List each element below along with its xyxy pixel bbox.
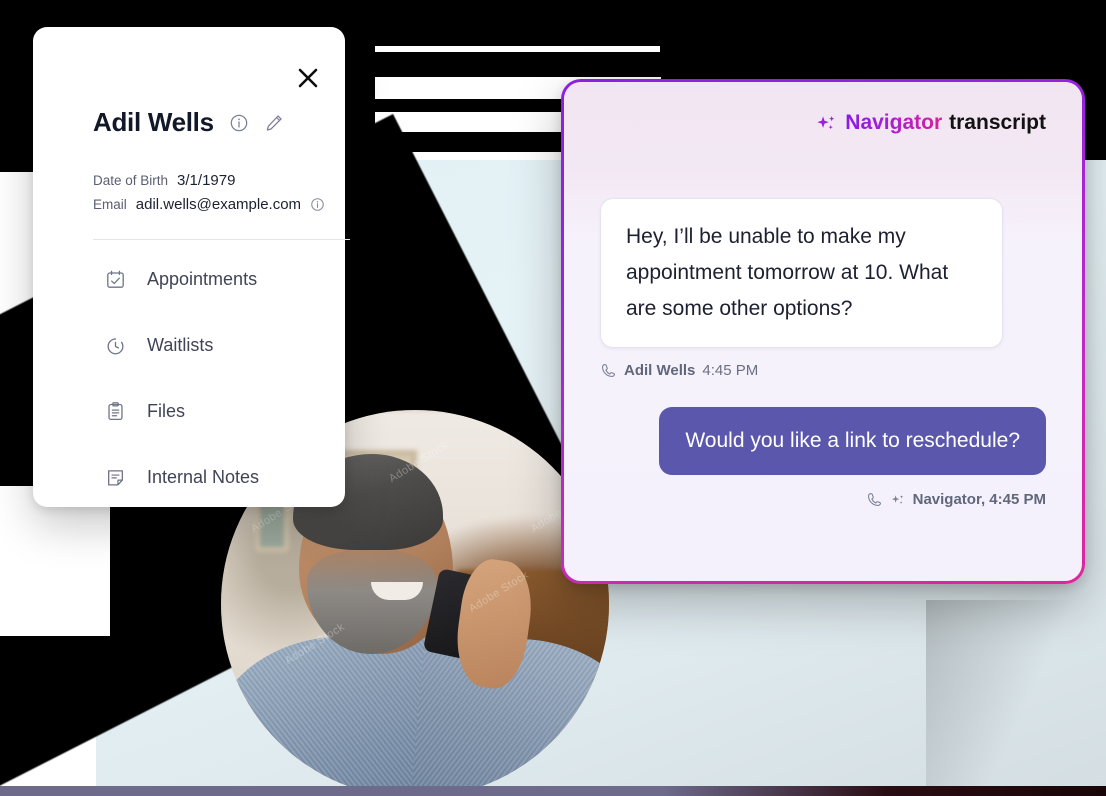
clipboard-icon [108, 401, 123, 420]
watermark-text: Adobe Stock [466, 568, 531, 616]
sidebar-item-files[interactable]: Files [105, 395, 345, 427]
patient-fields: Date of Birth 3/1/1979 Email adil.wells@… [93, 172, 325, 220]
background-light-streaks [926, 600, 1106, 796]
watermark-text: Adobe Stock [282, 620, 347, 668]
patient-menu: Appointments Waitlists Files Internal No… [105, 263, 345, 527]
message-outgoing: Would you like a link to reschedule? Nav… [600, 407, 1060, 508]
field-value: 3/1/1979 [177, 172, 236, 189]
field-label: Date of Birth [93, 173, 169, 188]
message-incoming: Hey, I’ll be unable to make my appointme… [600, 198, 1060, 379]
sidebar-item-label: Files [147, 400, 186, 421]
transcript-title-suffix: transcript [949, 111, 1046, 134]
sidebar-item-waitlists[interactable]: Waitlists [105, 329, 345, 361]
page-title: Adil Wells [93, 107, 214, 137]
note-icon [108, 469, 123, 486]
watermark-text: Adobe Stock [386, 438, 451, 486]
divider [93, 239, 350, 240]
phone-icon [602, 364, 615, 377]
patient-detail-card: Adil Wells Date of Birth 3/1/1979 Email … [33, 27, 350, 507]
close-button[interactable] [291, 61, 325, 95]
sidebar-item-label: Waitlists [147, 334, 214, 355]
message-attribution: Adil Wells 4:45 PM [600, 362, 1060, 379]
transcript-header: Navigator transcript [564, 82, 1082, 164]
patient-name-row: Adil Wells [93, 107, 284, 138]
transcript-title-brand: Navigator [845, 111, 943, 134]
sparkles-icon [817, 115, 835, 129]
sparkles-icon [891, 494, 903, 504]
message-author: Navigator, 4:45 PM [912, 491, 1046, 508]
message-attribution: Navigator, 4:45 PM [866, 491, 1046, 508]
field-date-of-birth: Date of Birth 3/1/1979 [93, 172, 325, 189]
info-circle-icon[interactable] [229, 113, 249, 133]
stopwatch-icon [107, 337, 124, 354]
field-label: Email [93, 197, 127, 212]
message-author: Adil Wells [624, 362, 696, 379]
sidebar-item-appointments[interactable]: Appointments [105, 263, 345, 295]
sidebar-item-label: Appointments [147, 268, 258, 289]
background-white-corner [0, 486, 110, 636]
background-stripe [375, 46, 660, 52]
phone-icon [867, 493, 881, 506]
info-circle-icon[interactable] [310, 197, 325, 212]
message-bubble-outgoing: Would you like a link to reschedule? [659, 407, 1046, 475]
close-icon [298, 68, 318, 88]
message-bubble-incoming: Hey, I’ll be unable to make my appointme… [600, 198, 1003, 348]
field-email: Email adil.wells@example.com [93, 196, 325, 213]
background-bottom-bar [0, 786, 1106, 796]
transcript-title: Navigator transcript [815, 111, 1046, 135]
calendar-check-icon [107, 270, 124, 288]
pencil-edit-icon[interactable] [264, 113, 284, 133]
sidebar-item-label: Internal Notes [147, 466, 260, 487]
message-text: Hey, I’ll be unable to make my appointme… [626, 225, 949, 320]
message-time: 4:45 PM [702, 362, 759, 379]
screenshot-stage: Adobe Stock Adobe Stock Adobe Stock Adob… [0, 0, 1106, 796]
message-text: Would you like a link to reschedule? [685, 429, 1020, 452]
sidebar-item-internal-notes[interactable]: Internal Notes [105, 461, 345, 493]
field-value: adil.wells@example.com [135, 196, 302, 213]
transcript-inner: Navigator transcript Hey, I’ll be unable… [564, 82, 1082, 581]
message-list: Hey, I’ll be unable to make my appointme… [564, 164, 1082, 508]
navigator-transcript-card: Navigator transcript Hey, I’ll be unable… [561, 79, 1085, 584]
